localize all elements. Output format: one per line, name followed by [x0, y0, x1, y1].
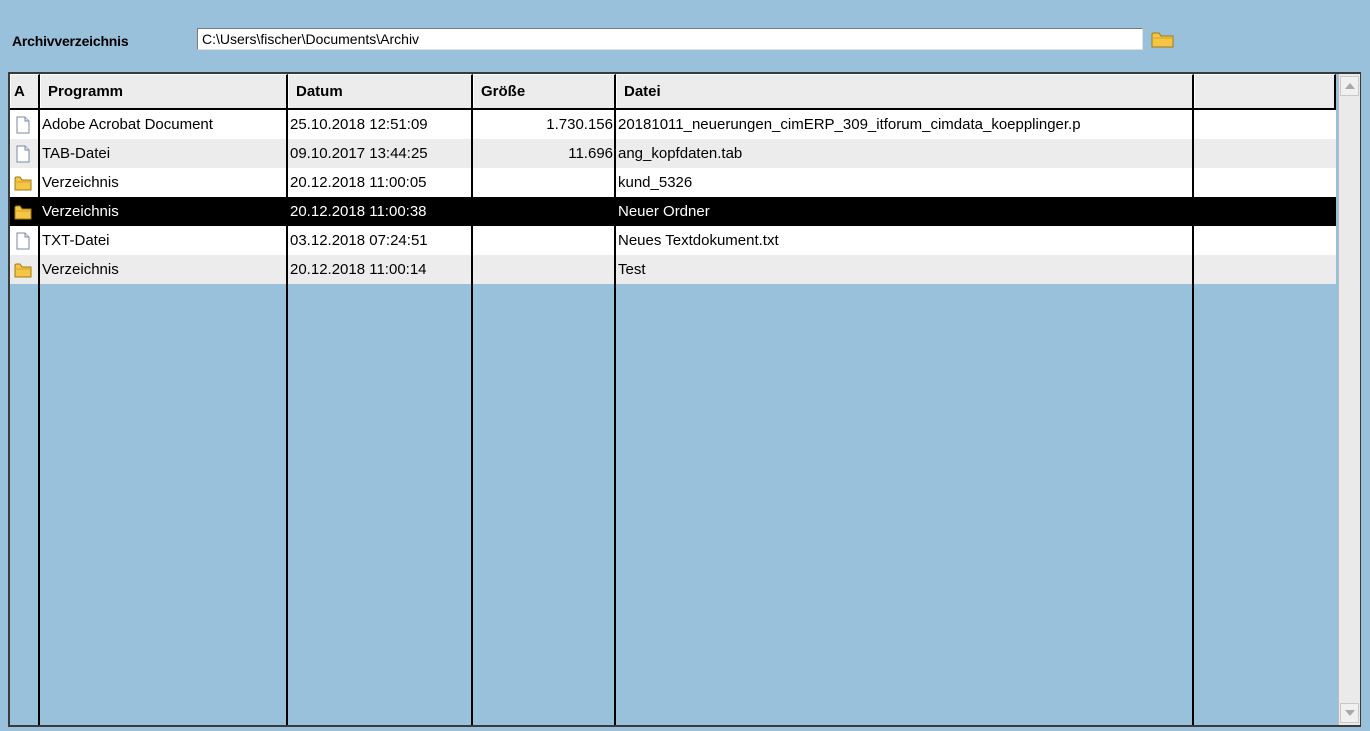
groesse-cell: 1.730.156: [546, 116, 613, 133]
document-icon: [14, 144, 32, 163]
programm-cell: Verzeichnis: [42, 261, 119, 278]
column-header-datum[interactable]: Datum: [288, 74, 473, 108]
archive-path-input[interactable]: C:\Users\fischer\Documents\Archiv: [197, 28, 1143, 50]
document-icon: [14, 231, 32, 250]
datum-cell: 25.10.2018 12:51:09: [290, 116, 428, 133]
datum-cell: 03.12.2018 07:24:51: [290, 232, 428, 249]
browse-folder-button[interactable]: [1151, 31, 1175, 49]
folder-icon: [14, 202, 32, 220]
toolbar: Archivverzeichnis C:\Users\fischer\Docum…: [0, 0, 1370, 64]
column-header-a[interactable]: A: [10, 74, 40, 108]
column-divider: [286, 110, 288, 725]
column-header-groesse[interactable]: Größe: [473, 74, 616, 108]
column-divider: [38, 110, 40, 725]
datei-cell: 20181011_neuerungen_cimERP_309_itforum_c…: [618, 116, 1081, 133]
datum-cell: 20.12.2018 11:00:05: [290, 174, 427, 191]
row-extra-cell: [1194, 226, 1336, 255]
groesse-cell: [473, 168, 614, 197]
groesse-cell: [473, 255, 614, 284]
table-row[interactable]: Adobe Acrobat Document 25.10.2018 12:51:0…: [10, 110, 1192, 139]
programm-cell: Adobe Acrobat Document: [42, 116, 213, 133]
table-row[interactable]: Verzeichnis 20.12.2018 11:00:05 kund_5326: [10, 168, 1192, 197]
row-extra-cell: [1194, 168, 1336, 197]
attribute-cell: [10, 255, 38, 284]
arrow-down-icon: [1345, 710, 1355, 716]
datei-cell: ang_kopfdaten.tab: [618, 145, 743, 162]
column-divider: [471, 110, 473, 725]
column-divider: [1192, 110, 1194, 725]
row-extra-cell: [1194, 255, 1336, 284]
archive-directory-label: Archivverzeichnis: [12, 33, 129, 49]
scroll-down-button[interactable]: [1340, 703, 1359, 723]
arrow-up-icon: [1345, 83, 1355, 89]
attribute-cell: [10, 226, 38, 255]
attribute-cell: [10, 110, 38, 139]
grid-header: A Programm Datum Größe Datei: [10, 74, 1336, 110]
table-row[interactable]: Verzeichnis 20.12.2018 11:00:14 Test: [10, 255, 1192, 284]
programm-cell: Verzeichnis: [42, 174, 119, 191]
datei-cell: Test: [618, 261, 646, 278]
column-header-datei[interactable]: Datei: [616, 74, 1194, 108]
scroll-up-button[interactable]: [1340, 76, 1359, 96]
column-header-programm[interactable]: Programm: [40, 74, 288, 108]
attribute-cell: [10, 139, 38, 168]
column-header-extra[interactable]: [1194, 74, 1336, 108]
folder-icon: [14, 173, 32, 191]
vertical-scrollbar[interactable]: [1338, 74, 1360, 725]
datum-cell: 20.12.2018 11:00:14: [290, 261, 427, 278]
table-row[interactable]: TAB-Datei 09.10.2017 13:44:25 11.696 ang_ko…: [10, 139, 1192, 168]
groesse-cell: [473, 226, 614, 255]
row-extra-cell: [1194, 197, 1336, 226]
datum-cell: 20.12.2018 11:00:38: [290, 203, 427, 220]
datei-cell: Neues Textdokument.txt: [618, 232, 779, 249]
attribute-cell: [10, 197, 38, 226]
row-extra-cell: [1194, 110, 1336, 139]
programm-cell: TAB-Datei: [42, 145, 111, 162]
document-icon: [14, 115, 32, 134]
table-row[interactable]: TXT-Datei 03.12.2018 07:24:51 Neues Textdo…: [10, 226, 1192, 255]
datei-cell: Neuer Ordner: [618, 203, 710, 220]
folder-icon: [14, 260, 32, 278]
table-row[interactable]: Verzeichnis 20.12.2018 11:00:38 Neuer Ordn…: [10, 197, 1192, 226]
folder-icon: [1151, 32, 1174, 48]
row-extra-cell: [1194, 139, 1336, 168]
groesse-cell: [473, 197, 614, 226]
attribute-cell: [10, 168, 38, 197]
groesse-cell: 11.696: [568, 145, 613, 162]
datei-cell: kund_5326: [618, 174, 693, 191]
programm-cell: TXT-Datei: [42, 232, 110, 249]
column-divider: [614, 110, 616, 725]
file-list-grid: A Programm Datum Größe Datei Adobe Acrob…: [8, 72, 1361, 727]
programm-cell: Verzeichnis: [42, 203, 119, 220]
datum-cell: 09.10.2017 13:44:25: [290, 145, 428, 162]
